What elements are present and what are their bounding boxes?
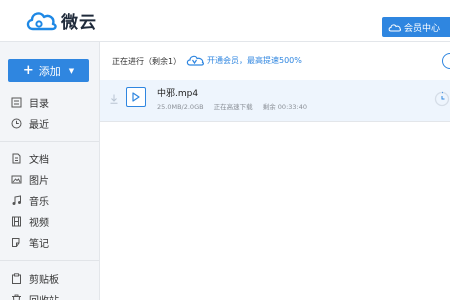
main-panel: 正在进行（剩余1） 开通会员，最高提速500% 中邪.mp4 25.0MB/2.…: [100, 42, 450, 300]
sidebar-item-label: 目录: [29, 98, 49, 110]
time-remaining: 剩余 00:33:40: [262, 103, 307, 111]
sidebar-item-label: 笔记: [29, 238, 49, 250]
sidebar-item-documents[interactable]: 文档: [11, 150, 49, 166]
sidebar: + 添加 ▼ 目录 最近 文档 图片 音乐 视频 笔记 剪贴板: [0, 42, 100, 300]
image-icon: [11, 175, 22, 183]
note-icon: [12, 237, 20, 247]
caret-down-icon: ▼: [68, 66, 75, 75]
sidebar-item-label: 剪贴板: [29, 274, 59, 286]
sidebar-item-label: 视频: [29, 217, 49, 229]
transfer-toolbar: 正在进行（剩余1） 开通会员，最高提速500%: [100, 42, 450, 80]
ongoing-count: 正在进行（剩余1）: [112, 57, 182, 66]
sidebar-item-clipboard[interactable]: 剪贴板: [11, 270, 59, 286]
directory-icon: [11, 97, 22, 107]
cloud-icon: [388, 23, 401, 31]
vip-cloud-icon: [186, 55, 204, 66]
video-file-icon: [126, 87, 146, 107]
sidebar-item-directory[interactable]: 目录: [11, 94, 49, 110]
file-size: 25.0MB/2.0GB: [157, 103, 204, 111]
sidebar-item-label: 最近: [29, 119, 49, 131]
plus-icon: +: [22, 63, 34, 78]
app-logo[interactable]: 微云: [24, 7, 97, 33]
sidebar-divider: [0, 141, 99, 142]
download-arrow-icon: [110, 94, 118, 104]
file-name: 中邪.mp4: [157, 89, 199, 99]
clipboard-icon: [12, 272, 21, 284]
sidebar-divider: [0, 260, 99, 261]
sidebar-item-video[interactable]: 视频: [11, 213, 49, 229]
sidebar-item-music[interactable]: 音乐: [11, 192, 49, 208]
progress-ring-icon[interactable]: [434, 91, 450, 107]
sidebar-item-label: 图片: [29, 175, 49, 187]
download-task-row[interactable]: 中邪.mp4 25.0MB/2.0GB 正在高速下载 剩余 00:33:40: [100, 80, 450, 122]
sidebar-item-images[interactable]: 图片: [11, 171, 49, 187]
cloud-logo-icon: [26, 12, 57, 31]
music-icon: [12, 194, 21, 205]
sidebar-item-recycle-bin[interactable]: 回收站: [11, 291, 59, 300]
top-header: 微云 会员中心: [0, 0, 450, 42]
weiyun-app: 微云 会员中心 + 添加 ▼ 目录 最近 文档 图片 音乐 视频 笔记 剪贴板 …: [0, 0, 450, 300]
sidebar-item-recent[interactable]: 最近: [11, 115, 49, 131]
recycle-bin-icon: [12, 294, 21, 300]
download-status: 正在高速下载: [213, 103, 253, 111]
add-button[interactable]: + 添加 ▼: [8, 59, 89, 82]
video-icon: [12, 216, 21, 226]
logo-text: 微云: [61, 12, 97, 33]
vip-promo-label: 开通会员，最高提速500%: [207, 55, 302, 65]
sidebar-item-label: 音乐: [29, 196, 49, 208]
add-label: 添加: [38, 64, 61, 78]
sidebar-item-label: 文档: [29, 154, 49, 166]
document-icon: [12, 153, 21, 163]
sidebar-item-notes[interactable]: 笔记: [11, 234, 49, 250]
sidebar-item-label: 回收站: [29, 292, 59, 300]
member-center-button[interactable]: 会员中心: [382, 17, 450, 37]
toolbar-action-button[interactable]: [442, 53, 450, 69]
clock-icon: [11, 118, 22, 128]
play-icon: [132, 92, 140, 102]
member-center-label: 会员中心: [404, 23, 441, 34]
vip-promo-link[interactable]: 开通会员，最高提速500%: [186, 54, 302, 66]
file-meta: 25.0MB/2.0GB 正在高速下载 剩余 00:33:40: [157, 101, 315, 111]
